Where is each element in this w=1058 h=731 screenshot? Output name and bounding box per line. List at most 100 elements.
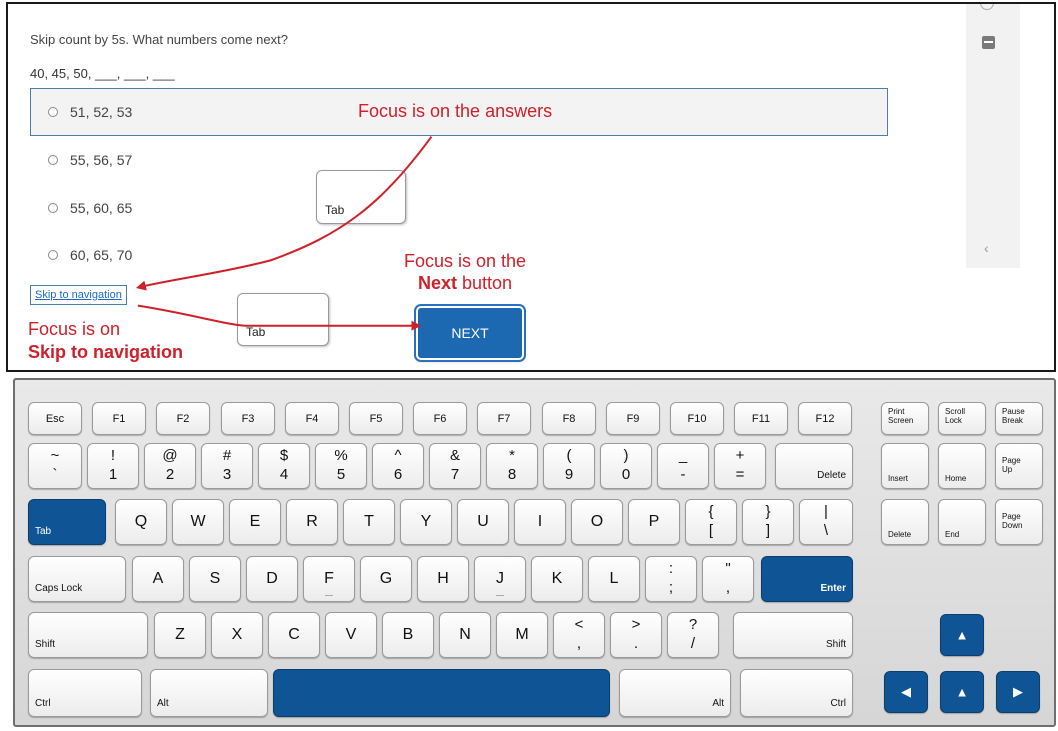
answer-option-4[interactable]: 60, 65, 70 xyxy=(48,247,132,263)
key-print-screen[interactable]: Print Screen xyxy=(881,402,929,435)
key-u[interactable]: U xyxy=(457,499,509,545)
answer-option-3[interactable]: 55, 60, 65 xyxy=(48,200,132,216)
key-shift-left[interactable]: Shift xyxy=(28,612,148,658)
key-f[interactable]: F xyxy=(303,556,355,602)
key-ctrl-right[interactable]: Ctrl xyxy=(740,669,853,717)
key-f7[interactable]: F7 xyxy=(477,402,531,435)
key-5[interactable]: % 5 xyxy=(315,443,367,489)
key-f6[interactable]: F6 xyxy=(413,402,467,435)
key-enter[interactable]: Enter xyxy=(761,556,853,602)
key-spacebar[interactable] xyxy=(273,669,610,717)
key-r[interactable]: R xyxy=(286,499,338,545)
key-bracket-right[interactable]: }] xyxy=(742,499,794,545)
key-delete[interactable]: Delete xyxy=(775,443,853,489)
key-alt-left[interactable]: Alt xyxy=(150,669,268,717)
key-equals[interactable]: + = xyxy=(714,443,766,489)
key-4[interactable]: $4 xyxy=(258,443,310,489)
key-label: , xyxy=(725,579,731,596)
radio-icon[interactable] xyxy=(48,107,58,117)
key-f12[interactable]: F12 xyxy=(798,402,852,435)
key-minus[interactable]: _ - xyxy=(657,443,709,489)
key-arrow-left[interactable]: ◀ xyxy=(884,671,928,713)
key-6[interactable]: ^ 6 xyxy=(372,443,424,489)
radio-icon[interactable] xyxy=(48,155,58,165)
key-w[interactable]: W xyxy=(172,499,224,545)
key-9[interactable]: (9 xyxy=(543,443,595,489)
key-f5[interactable]: F5 xyxy=(349,402,403,435)
key-0[interactable]: ) 0 xyxy=(600,443,652,489)
key-p[interactable]: P xyxy=(628,499,680,545)
key-f1[interactable]: F1 xyxy=(92,402,146,435)
key-z[interactable]: Z xyxy=(154,612,206,658)
key-f2[interactable]: F2 xyxy=(156,402,210,435)
key-esc[interactable]: Esc xyxy=(28,402,82,435)
key-a[interactable]: A xyxy=(132,556,184,602)
skip-to-navigation-link[interactable]: Skip to navigation xyxy=(30,285,127,305)
key-quote[interactable]: ", xyxy=(702,556,754,602)
key-alt-right[interactable]: Alt xyxy=(619,669,731,717)
key-shift-right[interactable]: Shift xyxy=(733,612,853,658)
key-f8[interactable]: F8 xyxy=(542,402,596,435)
key-s[interactable]: S xyxy=(189,556,241,602)
key-2[interactable]: @2 xyxy=(144,443,196,489)
key-1[interactable]: ! 1 xyxy=(87,443,139,489)
answer-option-2[interactable]: 55, 56, 57 xyxy=(48,152,132,168)
key-k[interactable]: K xyxy=(531,556,583,602)
key-caps-lock[interactable]: Caps Lock xyxy=(28,556,126,602)
key-t[interactable]: T xyxy=(343,499,395,545)
key-g[interactable]: G xyxy=(360,556,412,602)
key-page-up[interactable]: Page Up xyxy=(995,443,1043,489)
chevron-left-icon[interactable]: ‹ xyxy=(984,240,989,256)
key-end[interactable]: End xyxy=(938,499,986,545)
key-n[interactable]: N xyxy=(439,612,491,658)
key-delete-nav[interactable]: Delete xyxy=(881,499,929,545)
radio-icon[interactable] xyxy=(48,203,58,213)
key-x[interactable]: X xyxy=(211,612,263,658)
key-j[interactable]: J xyxy=(474,556,526,602)
key-backslash[interactable]: | \ xyxy=(799,499,853,545)
key-o[interactable]: O xyxy=(571,499,623,545)
key-d[interactable]: D xyxy=(246,556,298,602)
key-f10[interactable]: F10 xyxy=(670,402,724,435)
key-l[interactable]: L xyxy=(588,556,640,602)
key-page-down[interactable]: Page Down xyxy=(995,499,1043,545)
key-f4[interactable]: F4 xyxy=(285,402,339,435)
key-period[interactable]: >. xyxy=(610,612,662,658)
key-i[interactable]: I xyxy=(514,499,566,545)
key-arrow-right[interactable]: ▶ xyxy=(996,671,1040,713)
key-c[interactable]: C xyxy=(268,612,320,658)
key-semicolon[interactable]: :; xyxy=(645,556,697,602)
key-3[interactable]: #3 xyxy=(201,443,253,489)
key-pause-break[interactable]: Pause Break xyxy=(995,402,1043,435)
key-backtick[interactable]: ~ ` xyxy=(28,443,82,489)
key-comma[interactable]: <, xyxy=(553,612,605,658)
circle-icon[interactable] xyxy=(980,4,994,10)
next-button[interactable]: NEXT xyxy=(418,308,522,358)
key-arrow-up[interactable]: ▲ xyxy=(940,614,984,656)
key-arrow-down[interactable]: ▲ xyxy=(940,671,984,713)
key-7[interactable]: & 7 xyxy=(429,443,481,489)
key-f3[interactable]: F3 xyxy=(221,402,275,435)
key-e[interactable]: E xyxy=(229,499,281,545)
key-h[interactable]: H xyxy=(417,556,469,602)
answer-option-label: 55, 60, 65 xyxy=(70,200,133,216)
key-y[interactable]: Y xyxy=(400,499,452,545)
minus-icon[interactable] xyxy=(982,36,995,49)
key-ctrl-left[interactable]: Ctrl xyxy=(28,669,142,717)
key-slash[interactable]: ? / xyxy=(667,612,719,658)
radio-icon[interactable] xyxy=(48,250,58,260)
key-shift-label: } xyxy=(765,503,771,520)
key-home[interactable]: Home xyxy=(938,443,986,489)
key-q[interactable]: Q xyxy=(115,499,167,545)
key-b[interactable]: B xyxy=(382,612,434,658)
answer-option-1[interactable]: 51, 52, 53 xyxy=(48,104,132,120)
key-f9[interactable]: F9 xyxy=(606,402,660,435)
key-f11[interactable]: F11 xyxy=(734,402,788,435)
key-8[interactable]: * 8 xyxy=(486,443,538,489)
key-v[interactable]: V xyxy=(325,612,377,658)
key-m[interactable]: M xyxy=(496,612,548,658)
key-tab[interactable]: Tab xyxy=(28,499,106,545)
key-scroll-lock[interactable]: Scroll Lock xyxy=(938,402,986,435)
key-bracket-left[interactable]: {[ xyxy=(685,499,737,545)
key-insert[interactable]: Insert xyxy=(881,443,929,489)
